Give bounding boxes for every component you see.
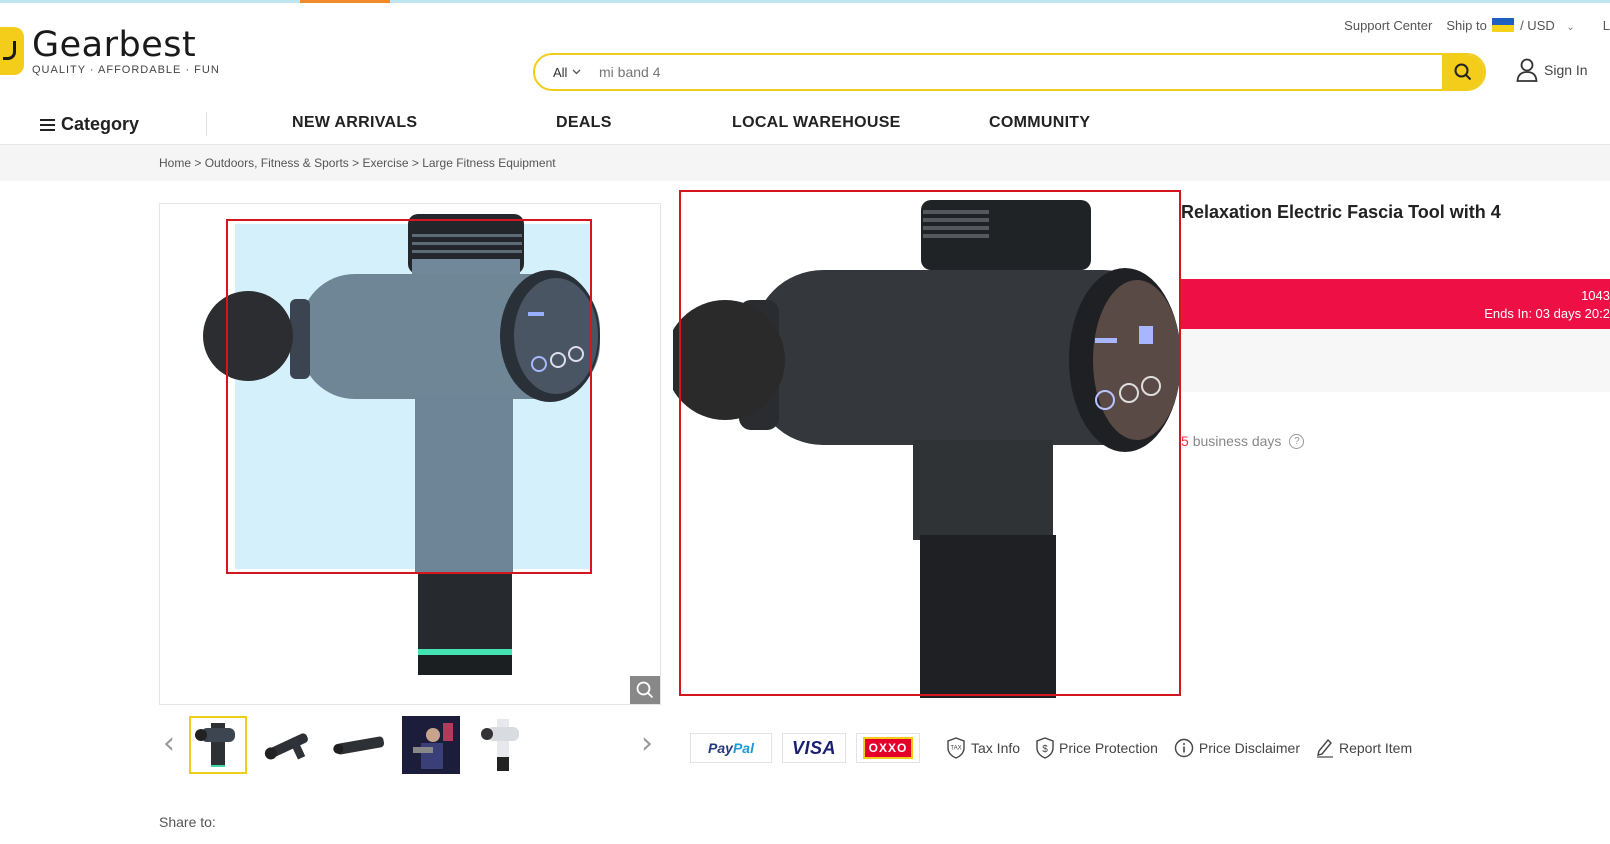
chevron-down-icon: ⌄ xyxy=(1566,22,1575,33)
flash-sale-count: 1043 xyxy=(1581,288,1610,303)
logo-mark-icon xyxy=(0,27,24,75)
svg-text:$: $ xyxy=(1042,744,1048,755)
tax-info-label: Tax Info xyxy=(971,740,1021,756)
shipping-estimate: 5 business days ? xyxy=(1181,433,1305,449)
product-title: Relaxation Electric Fascia Tool with 4 xyxy=(1181,202,1501,222)
zoom-preview xyxy=(673,190,1181,698)
pen-icon xyxy=(1316,738,1333,758)
main-nav: Category NEW ARRIVALS DEALS LOCAL WAREHO… xyxy=(0,108,1610,144)
help-icon[interactable]: ? xyxy=(1289,433,1305,449)
nav-community[interactable]: COMMUNITY xyxy=(989,114,1090,132)
tax-shield-icon: TAX xyxy=(947,737,965,759)
sign-in-label: Sign In xyxy=(1544,62,1588,78)
support-center-link[interactable]: Support Center xyxy=(1344,18,1432,33)
thumb-prev-arrow-icon[interactable]: ‹ xyxy=(163,726,175,761)
breadcrumb-exercise[interactable]: Exercise xyxy=(362,156,408,170)
nav-local-warehouse[interactable]: LOCAL WAREHOUSE xyxy=(732,114,901,132)
breadcrumb: Home > Outdoors, Fitness & Sports > Exer… xyxy=(159,156,556,170)
thumbnail-image xyxy=(264,733,308,760)
price-protection-link[interactable]: $ Price Protection xyxy=(1036,737,1158,759)
category-menu-button[interactable]: Category xyxy=(40,114,139,135)
hamburger-icon xyxy=(40,118,55,131)
tax-info-link[interactable]: TAX Tax Info xyxy=(946,737,1020,759)
visa-badge: VISA xyxy=(782,733,846,763)
payment-and-links-row: Pay Pal VISA OXXO TAX Tax Info $ Price Pr… xyxy=(690,732,1412,764)
price-protection-shield-icon: $ xyxy=(1036,737,1054,759)
nav-divider xyxy=(206,112,207,136)
magnifier-icon xyxy=(636,681,654,699)
logo-name: Gearbest xyxy=(32,25,197,65)
breadcrumb-home[interactable]: Home xyxy=(159,156,191,170)
thumbnail-5[interactable] xyxy=(473,716,531,774)
zoom-button[interactable] xyxy=(630,676,660,704)
main-product-image[interactable] xyxy=(159,203,661,705)
search-scope-label: All xyxy=(553,64,568,80)
info-circle-icon xyxy=(1174,738,1194,758)
paypal-pal: Pal xyxy=(732,740,754,756)
search-button[interactable] xyxy=(1442,55,1484,89)
thumbnail-1[interactable] xyxy=(189,716,247,774)
breadcrumb-outdoors[interactable]: Outdoors, Fitness & Sports xyxy=(205,156,349,170)
breadcrumb-large-fitness[interactable]: Large Fitness Equipment xyxy=(422,156,555,170)
ukraine-flag-icon xyxy=(1492,18,1515,32)
flash-sale-banner: 1043 Ends In: 03 days 20:2 xyxy=(1181,279,1610,329)
search-bar: All xyxy=(533,53,1486,91)
chevron-down-icon xyxy=(572,69,581,75)
ship-to-label: Ship to xyxy=(1446,18,1487,33)
price-disclaimer-label: Price Disclaimer xyxy=(1198,740,1300,756)
search-scope-select[interactable]: All xyxy=(535,65,595,80)
thumbnail-image xyxy=(403,717,459,773)
language-selector[interactable]: L xyxy=(1603,18,1610,33)
thumbnail-strip: ‹ › xyxy=(159,714,661,776)
thumbnail-image xyxy=(195,723,235,767)
breadcrumb-separator: > xyxy=(352,156,360,170)
gearbest-logo[interactable]: Gearbest QUALITY · AFFORDABLE · FUN xyxy=(0,27,220,77)
price-area xyxy=(1181,329,1610,392)
shipping-days-text: business days xyxy=(1192,433,1282,449)
report-item-label: Report Item xyxy=(1338,740,1413,756)
thumb-next-arrow-icon[interactable]: › xyxy=(641,726,653,761)
utility-bar: Support Center Ship to / USD ⌄ L xyxy=(1344,18,1610,33)
currency-label: / USD xyxy=(1520,18,1555,33)
breadcrumb-bar: Home > Outdoors, Fitness & Sports > Exer… xyxy=(0,144,1610,181)
thumbnail-4[interactable] xyxy=(402,716,460,774)
thumbnail-3[interactable] xyxy=(331,716,389,774)
thumbnail-2[interactable] xyxy=(260,716,318,774)
price-disclaimer-link[interactable]: Price Disclaimer xyxy=(1174,738,1300,758)
paypal-badge: Pay Pal xyxy=(690,733,772,763)
paypal-pay: Pay xyxy=(708,740,733,756)
oxxo-badge: OXXO xyxy=(856,733,920,763)
search-input[interactable] xyxy=(595,55,1442,89)
sign-in-button[interactable]: Sign In xyxy=(1516,58,1588,82)
breadcrumb-separator: > xyxy=(411,156,419,170)
share-label: Share to: xyxy=(159,814,216,830)
thumbnail-image xyxy=(333,736,385,755)
nav-new-arrivals[interactable]: NEW ARRIVALS xyxy=(292,114,417,132)
annotation-box-zoom xyxy=(679,190,1181,696)
svg-text:TAX: TAX xyxy=(950,746,961,752)
top-promo-strip xyxy=(0,0,1610,3)
annotation-box-main-image xyxy=(226,219,592,574)
category-label: Category xyxy=(61,114,140,134)
shipping-days-number: 5 xyxy=(1181,433,1189,449)
search-icon xyxy=(1454,63,1472,81)
price-protection-label: Price Protection xyxy=(1059,740,1158,756)
oxxo-label: OXXO xyxy=(862,737,914,759)
thumbnail-image xyxy=(481,719,519,771)
report-item-link[interactable]: Report Item xyxy=(1316,738,1412,758)
logo-tagline: QUALITY · AFFORDABLE · FUN xyxy=(32,64,220,76)
ship-to-selector[interactable]: Ship to / USD ⌄ xyxy=(1446,18,1575,33)
promo-strip-accent xyxy=(300,0,390,3)
nav-deals[interactable]: DEALS xyxy=(556,114,612,132)
flash-sale-countdown: Ends In: 03 days 20:2 xyxy=(1484,306,1610,321)
user-icon xyxy=(1516,58,1538,82)
breadcrumb-separator: > xyxy=(194,156,202,170)
